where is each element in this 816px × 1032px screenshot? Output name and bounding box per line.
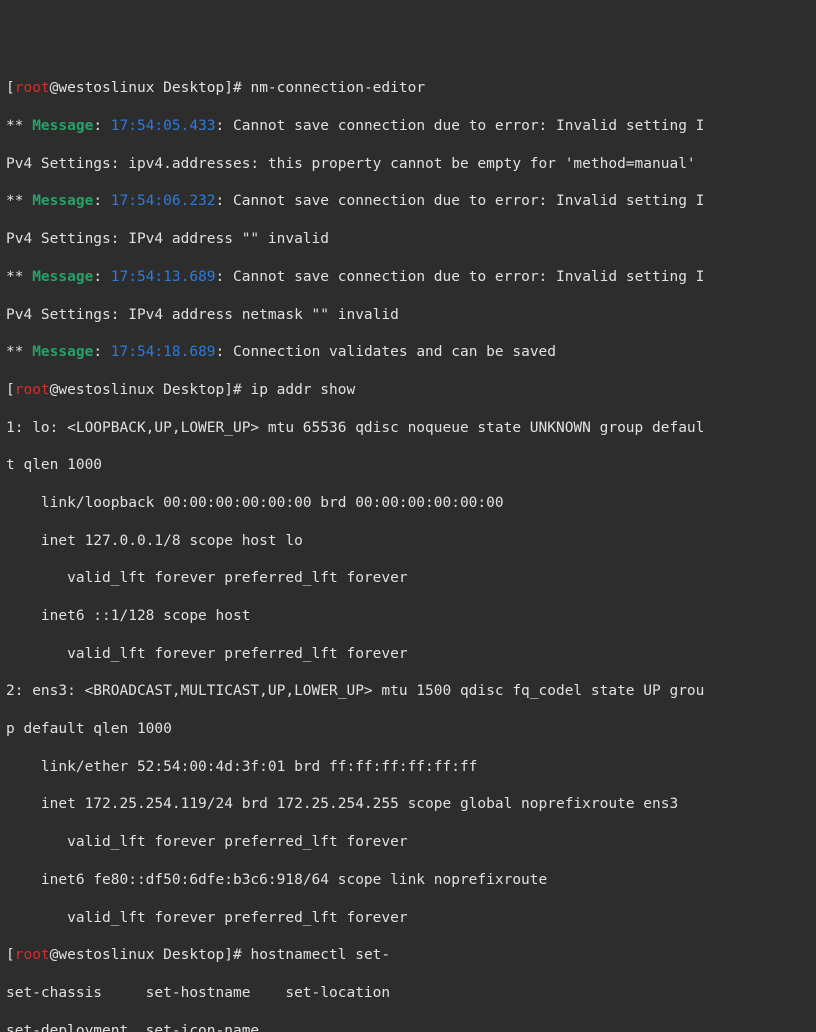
message-label: Message <box>32 118 93 134</box>
prompt-user: root <box>15 80 50 96</box>
message-label: Message <box>32 344 93 360</box>
message-line-1b: Pv4 Settings: ipv4.addresses: this prope… <box>6 155 810 174</box>
message-line-1a: ** Message: 17:54:05.433: Cannot save co… <box>6 117 810 136</box>
ip-output: link/ether 52:54:00:4d:3f:01 brd ff:ff:f… <box>6 758 810 777</box>
message-line-2b: Pv4 Settings: IPv4 address "" invalid <box>6 230 810 249</box>
ip-output: valid_lft forever preferred_lft forever <box>6 569 810 588</box>
prompt-path: Desktop <box>163 80 224 96</box>
prompt-line-3: [root@westoslinux Desktop]# hostnamectl … <box>6 946 810 965</box>
message-line-2a: ** Message: 17:54:06.232: Cannot save co… <box>6 192 810 211</box>
command-nm-connection-editor: nm-connection-editor <box>250 80 425 96</box>
ip-output: inet6 ::1/128 scope host <box>6 607 810 626</box>
message-line-3b: Pv4 Settings: IPv4 address netmask "" in… <box>6 306 810 325</box>
ip-output: inet 172.25.254.119/24 brd 172.25.254.25… <box>6 795 810 814</box>
timestamp-4: 17:54:18.689 <box>111 344 216 360</box>
prompt-line-1: [root@westoslinux Desktop]# nm-connectio… <box>6 79 810 98</box>
ip-output: inet 127.0.0.1/8 scope host lo <box>6 532 810 551</box>
message-line-4: ** Message: 17:54:18.689: Connection val… <box>6 343 810 362</box>
tab-completion: set-deployment set-icon-name <box>6 1022 810 1032</box>
ip-output: inet6 fe80::df50:6dfe:b3c6:918/64 scope … <box>6 871 810 890</box>
message-label: Message <box>32 193 93 209</box>
message-label: Message <box>32 269 93 285</box>
command-hostnamectl-tab: hostnamectl set- <box>250 947 390 963</box>
ip-output: link/loopback 00:00:00:00:00:00 brd 00:0… <box>6 494 810 513</box>
prompt-sign: # <box>233 80 250 96</box>
ip-output: 1: lo: <LOOPBACK,UP,LOWER_UP> mtu 65536 … <box>6 419 810 438</box>
message-line-3a: ** Message: 17:54:13.689: Cannot save co… <box>6 268 810 287</box>
ip-output: p default qlen 1000 <box>6 720 810 739</box>
bracket-open: [ <box>6 80 15 96</box>
ip-output: valid_lft forever preferred_lft forever <box>6 833 810 852</box>
timestamp-2: 17:54:06.232 <box>111 193 216 209</box>
bracket-close: ] <box>224 80 233 96</box>
timestamp-3: 17:54:13.689 <box>111 269 216 285</box>
ip-output: valid_lft forever preferred_lft forever <box>6 909 810 928</box>
prompt-host: westoslinux <box>58 80 154 96</box>
prompt-line-2: [root@westoslinux Desktop]# ip addr show <box>6 381 810 400</box>
ip-output: valid_lft forever preferred_lft forever <box>6 645 810 664</box>
tab-completion: set-chassis set-hostname set-location <box>6 984 810 1003</box>
ip-output: 2: ens3: <BROADCAST,MULTICAST,UP,LOWER_U… <box>6 682 810 701</box>
ip-output: t qlen 1000 <box>6 456 810 475</box>
command-ip-addr-show: ip addr show <box>250 382 355 398</box>
timestamp-1: 17:54:05.433 <box>111 118 216 134</box>
